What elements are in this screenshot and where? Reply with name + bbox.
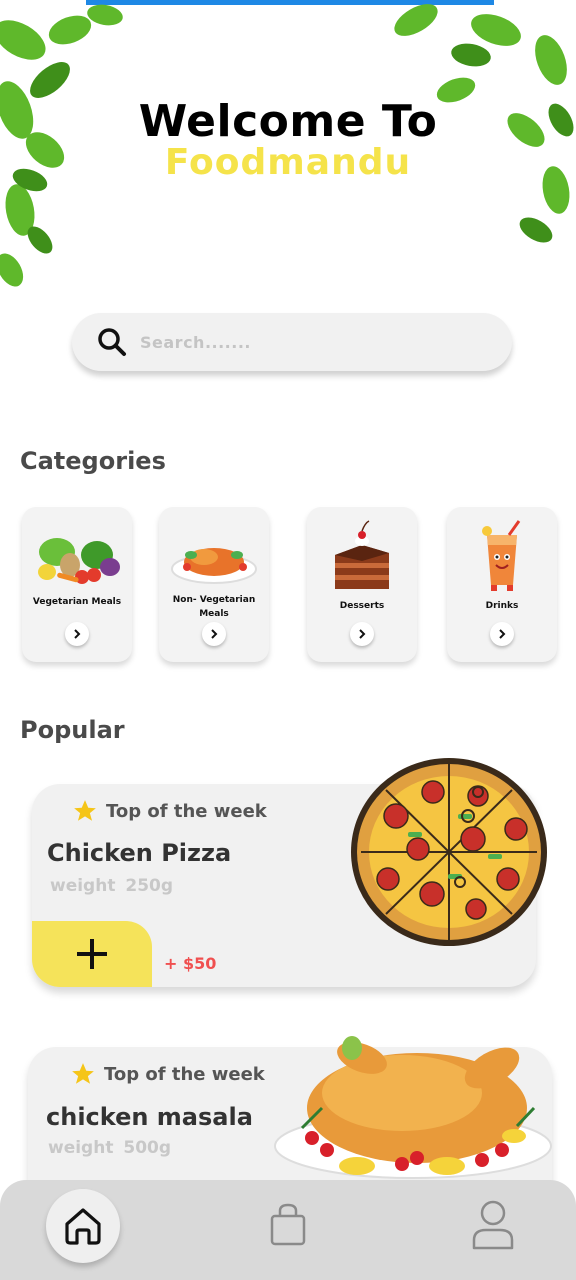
category-card-non-vegetarian[interactable]: Non- Vegetarian Meals bbox=[159, 507, 269, 662]
chevron-right-icon[interactable] bbox=[350, 622, 374, 646]
star-icon bbox=[72, 1063, 94, 1084]
popular-title: Popular bbox=[20, 716, 125, 744]
chevron-right-icon[interactable] bbox=[490, 622, 514, 646]
category-label: Drinks bbox=[485, 601, 519, 611]
search-icon bbox=[98, 328, 126, 356]
bottom-navigation bbox=[0, 1180, 576, 1280]
top-of-week-label: Top of the week bbox=[104, 1063, 265, 1085]
home-icon bbox=[65, 1208, 101, 1245]
chevron-right-icon[interactable] bbox=[202, 622, 226, 646]
chevron-right-icon[interactable] bbox=[65, 622, 89, 646]
dish-name: Chicken Pizza bbox=[47, 839, 232, 867]
user-icon[interactable] bbox=[470, 1198, 516, 1252]
vegetables-image bbox=[38, 538, 120, 584]
roast-chicken-image bbox=[274, 1036, 552, 1179]
plus-icon bbox=[77, 939, 107, 969]
dish-weight: weight 250g bbox=[50, 876, 174, 896]
dish-name: chicken masala bbox=[46, 1103, 253, 1131]
category-card-drinks[interactable]: Drinks bbox=[447, 507, 557, 662]
pizza-image bbox=[351, 758, 547, 946]
juice-image bbox=[482, 520, 521, 591]
nav-home-button[interactable] bbox=[46, 1189, 120, 1263]
category-card-desserts[interactable]: Desserts bbox=[307, 507, 417, 662]
top-of-week-badge: Top of the week bbox=[70, 1061, 265, 1087]
bag-icon[interactable] bbox=[268, 1202, 308, 1248]
search-bar[interactable]: Search....... bbox=[72, 313, 512, 371]
search-input[interactable]: Search....... bbox=[140, 333, 251, 352]
category-card-vegetarian[interactable]: Vegetarian Meals bbox=[22, 507, 132, 662]
brand-name: Foodmandu bbox=[164, 142, 412, 183]
cake-image bbox=[335, 520, 389, 589]
category-label: Vegetarian Meals bbox=[32, 597, 122, 607]
top-of-week-label: Top of the week bbox=[106, 800, 267, 822]
star-icon bbox=[74, 800, 96, 821]
dish-weight: weight 500g bbox=[48, 1138, 172, 1158]
price-label: + $50 bbox=[164, 954, 217, 973]
category-label: Non- Vegetarian Meals bbox=[172, 595, 256, 619]
top-of-week-badge: Top of the week bbox=[72, 798, 267, 824]
add-to-cart-button[interactable] bbox=[32, 921, 152, 987]
roast-chicken-image bbox=[171, 548, 257, 584]
category-label: Desserts bbox=[339, 601, 385, 611]
welcome-heading: Welcome To bbox=[138, 96, 438, 147]
categories-title: Categories bbox=[20, 447, 166, 475]
